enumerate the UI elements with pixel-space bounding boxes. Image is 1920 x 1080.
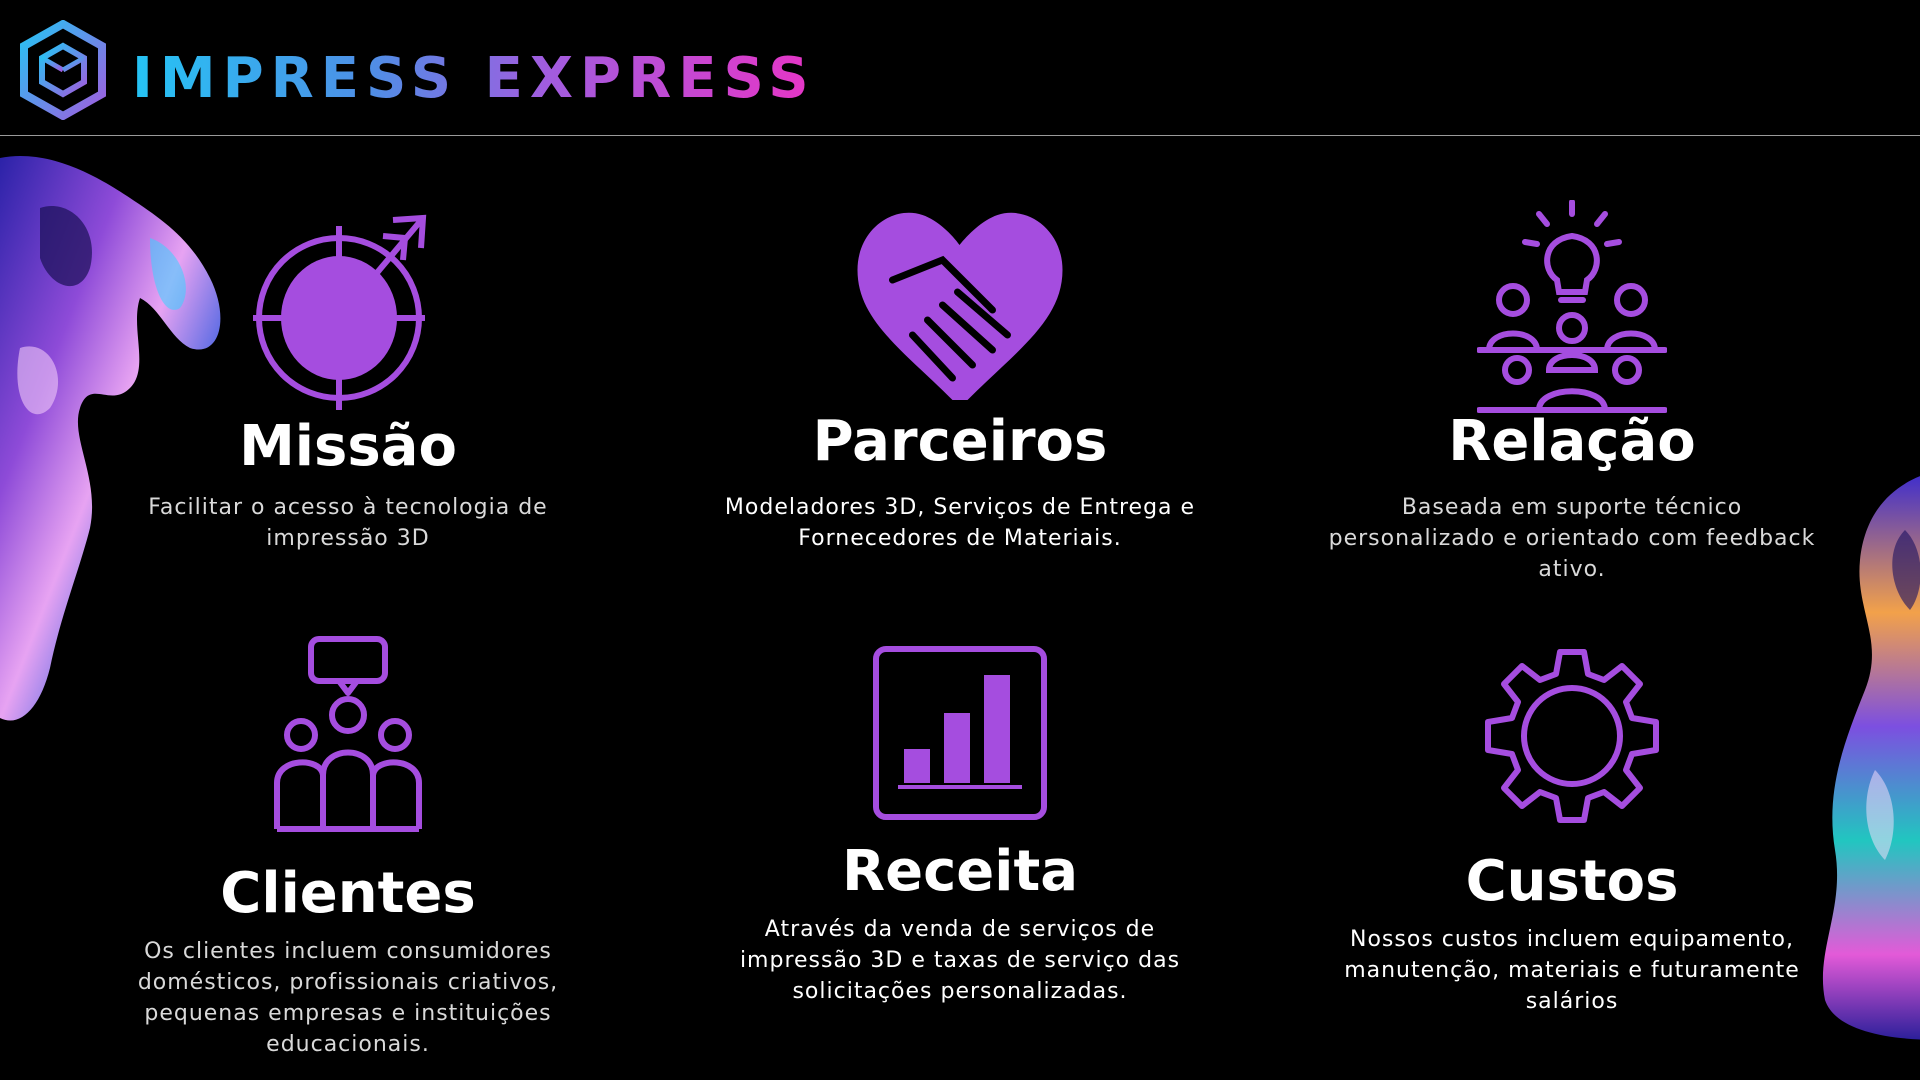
- cube-logo-icon: [20, 20, 106, 120]
- card-title: Custos: [1465, 849, 1679, 914]
- header: IMPRESS EXPRESS: [0, 0, 1920, 136]
- card-clientes: Clientes Os clientes incluem consumidore…: [98, 635, 598, 1065]
- card-title: Relação: [1448, 409, 1696, 474]
- card-text: Modeladores 3D, Serviços de Entrega e Fo…: [724, 495, 1196, 551]
- card-relacao: Relação Baseada em suporte técnico perso…: [1322, 200, 1822, 582]
- gear-icon: [1485, 649, 1659, 823]
- card-title: Missão: [239, 414, 457, 479]
- card-text: Os clientes incluem consumidores domésti…: [137, 939, 559, 1057]
- card-missao: Missão Facilitar o acesso à tecnologia d…: [98, 200, 598, 560]
- target-arrow-icon: [253, 214, 427, 410]
- card-receita: Receita Através da venda de serviços de …: [710, 645, 1210, 1025]
- card-title: Parceiros: [812, 409, 1108, 474]
- team-lightbulb-icon: [1477, 200, 1667, 413]
- handshake-heart-icon: [857, 212, 1063, 400]
- brand-name: IMPRESS EXPRESS: [132, 44, 816, 114]
- card-parceiros: Parceiros Modeladores 3D, Serviços de En…: [710, 200, 1210, 580]
- card-text: Através da venda de serviços de impressã…: [739, 917, 1181, 1004]
- card-title: Clientes: [220, 861, 476, 926]
- card-custos: Custos Nossos custos incluem equipamento…: [1322, 648, 1822, 1028]
- card-title: Receita: [841, 839, 1079, 904]
- slide: IMPRESS EXPRESS Missão Facilitar o acess…: [0, 0, 1920, 1080]
- card-text: Nossos custos incluem equipamento, manut…: [1344, 927, 1800, 1014]
- header-divider: [0, 135, 1920, 136]
- card-text: Baseada em suporte técnico personalizado…: [1328, 495, 1816, 582]
- bar-chart-icon: [873, 646, 1047, 820]
- group-chat-icon: [274, 636, 422, 832]
- card-text: Facilitar o acesso à tecnologia de impre…: [148, 495, 548, 551]
- holographic-blob-right: [1822, 476, 1920, 1040]
